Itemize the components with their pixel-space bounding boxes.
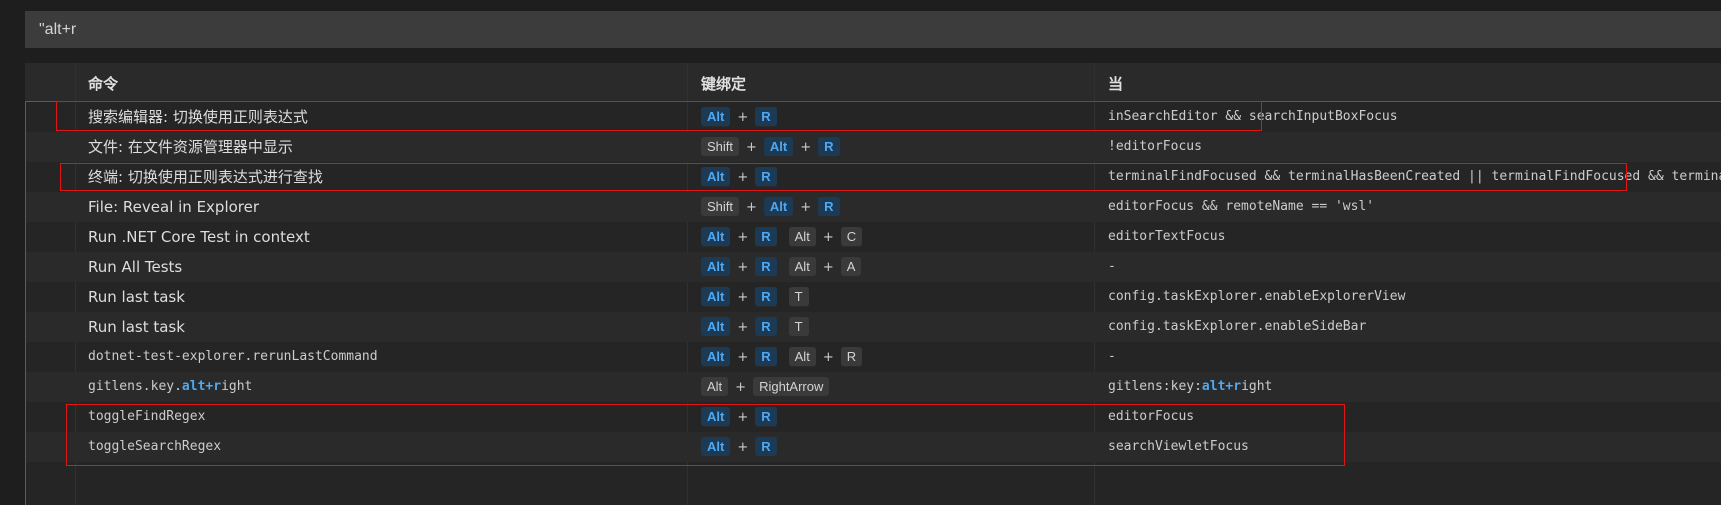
column-header-when[interactable]: 当 xyxy=(1108,73,1123,94)
column-header-keybinding[interactable]: 键绑定 xyxy=(701,73,746,94)
keybindings-search-input[interactable]: "alt+r xyxy=(25,11,1721,48)
search-query-text: "alt+r xyxy=(39,20,77,38)
list-focus-outline xyxy=(25,101,1721,505)
table-header: 命令 键绑定 当 xyxy=(25,63,1721,101)
column-header-command[interactable]: 命令 xyxy=(88,73,118,94)
keybindings-table: 命令 键绑定 当 搜索编辑器: 切换使用正则表达式 Alt + RinSearchEd… xyxy=(25,63,1721,505)
